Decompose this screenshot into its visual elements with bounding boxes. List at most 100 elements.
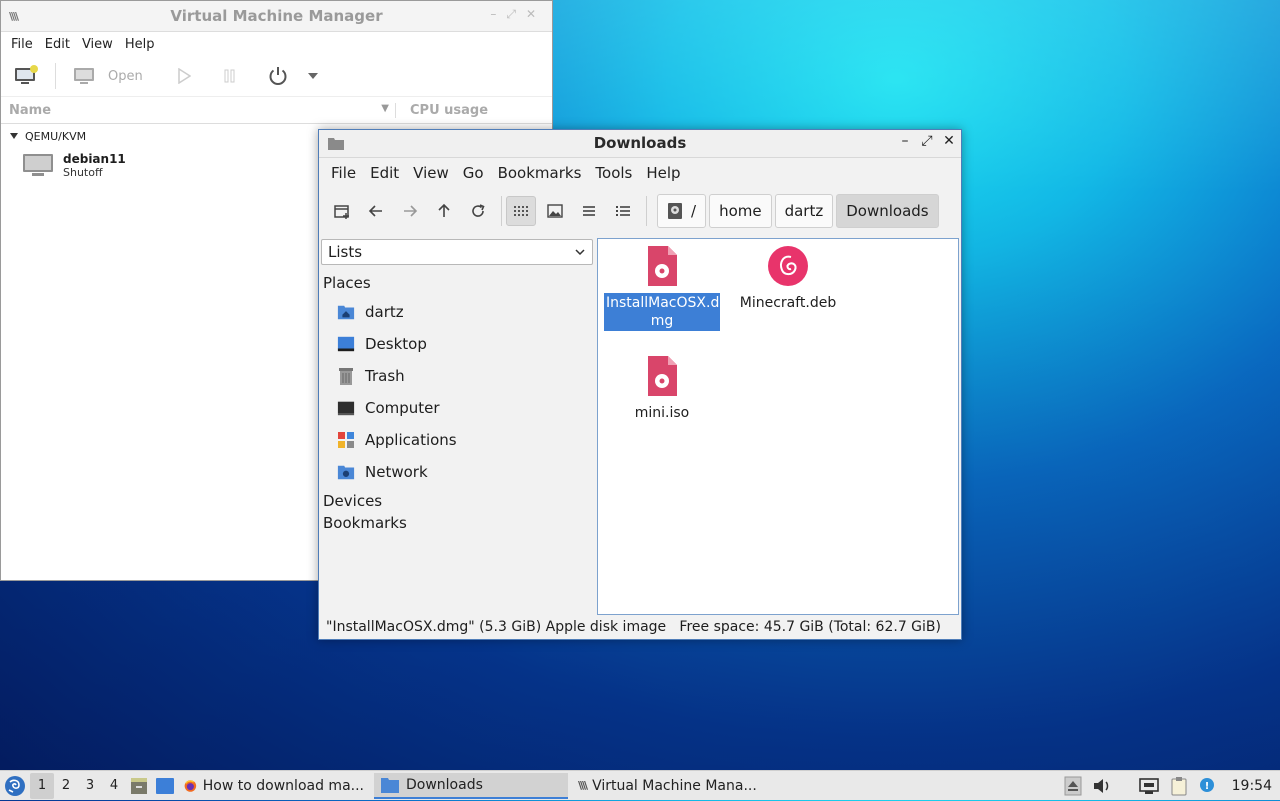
new-vm-icon — [15, 65, 38, 84]
new-tab-button[interactable] — [327, 196, 357, 226]
file-item-installmacosx[interactable]: InstallMacOSX.d mg — [604, 245, 720, 331]
fm-title: Downloads — [593, 134, 687, 152]
shutdown-menu-button[interactable] — [307, 72, 319, 80]
task-firefox[interactable]: How to download ma... — [178, 773, 370, 799]
sidebar-item-label: Network — [365, 463, 428, 481]
arrow-right-icon — [404, 205, 418, 217]
fm-titlebar[interactable]: Downloads – ⤢ ✕ — [319, 130, 961, 158]
fm-menu-edit[interactable]: Edit — [363, 164, 406, 182]
compact-view-button[interactable] — [574, 196, 604, 226]
list-view-icon — [583, 206, 595, 216]
open-vm-button[interactable]: Open — [72, 66, 143, 86]
vmm-window-buttons[interactable]: –⤢✕ — [490, 7, 546, 22]
power-icon — [269, 67, 287, 85]
fm-menu-file[interactable]: File — [324, 164, 363, 182]
places-heading[interactable]: Places — [321, 265, 593, 292]
arrow-left-icon — [368, 205, 382, 217]
dropdown-arrow-icon — [307, 73, 318, 79]
open-label: Open — [108, 68, 143, 84]
shutdown-vm-button[interactable] — [267, 65, 289, 87]
pause-vm-button[interactable] — [223, 68, 237, 84]
vmm-titlebar[interactable]: \\\\ Virtual Machine Manager –⤢✕ — [1, 1, 552, 32]
eject-icon[interactable] — [1064, 776, 1082, 796]
breadcrumb-downloads[interactable]: Downloads — [836, 194, 939, 228]
network-icon[interactable] — [1138, 776, 1160, 796]
vmm-icon: \\\\ — [578, 779, 588, 792]
vmm-title: Virtual Machine Manager — [170, 7, 383, 25]
home-folder-icon — [337, 303, 355, 321]
fm-menu-view[interactable]: View — [406, 164, 456, 182]
workspace-3[interactable]: 3 — [78, 773, 102, 799]
volume-icon[interactable] — [1092, 777, 1112, 795]
vm-state: Shutoff — [63, 165, 103, 179]
icon-view-button[interactable] — [506, 196, 536, 226]
back-button[interactable] — [361, 196, 391, 226]
clock[interactable]: 19:54 — [1232, 778, 1272, 794]
sidebar-item-network[interactable]: Network — [321, 456, 593, 488]
task-vmm[interactable]: \\\\ Virtual Machine Mana... — [572, 773, 766, 799]
close-icon[interactable]: ✕ — [526, 7, 546, 21]
close-icon[interactable]: ✕ — [943, 133, 955, 149]
sidebar-item-dartz[interactable]: dartz — [321, 296, 593, 328]
disk-image-icon — [648, 356, 677, 396]
thumbnail-view-button[interactable] — [540, 196, 570, 226]
forward-button[interactable] — [395, 196, 425, 226]
sidebar-item-computer[interactable]: Computer — [321, 392, 593, 424]
fm-statusbar: "InstallMacOSX.dmg" (5.3 GiB) Apple disk… — [319, 615, 961, 639]
start-menu-button[interactable] — [0, 775, 30, 797]
bookmarks-heading[interactable]: Bookmarks — [321, 510, 593, 532]
maximize-icon[interactable]: ⤢ — [921, 133, 933, 149]
workspace-4[interactable]: 4 — [102, 773, 126, 799]
column-name[interactable]: Name ▼ — [1, 102, 396, 118]
vmm-menu-view[interactable]: View — [76, 37, 119, 52]
minimize-icon[interactable]: – — [490, 7, 506, 21]
sidebar-item-label: Computer — [365, 399, 440, 417]
devices-heading[interactable]: Devices — [321, 488, 593, 510]
breadcrumb: / home dartz Downloads — [657, 194, 939, 228]
fm-menu-bookmarks[interactable]: Bookmarks — [491, 164, 589, 182]
sidebar-item-label: dartz — [365, 303, 404, 321]
svg-text:!: ! — [1204, 781, 1209, 792]
arrow-up-icon — [438, 203, 450, 217]
toolbar-separator — [646, 196, 647, 226]
vmm-menu-file[interactable]: File — [5, 37, 39, 52]
sidebar-item-applications[interactable]: Applications — [321, 424, 593, 456]
folder-icon — [381, 777, 399, 793]
file-item-mini-iso[interactable]: mini.iso — [604, 355, 720, 423]
new-vm-button[interactable] — [13, 65, 39, 87]
show-desktop-icon — [156, 777, 174, 794]
breadcrumb-root[interactable]: / — [657, 194, 707, 228]
breadcrumb-home[interactable]: home — [709, 194, 772, 228]
reload-button[interactable] — [463, 196, 493, 226]
quicklaunch-files[interactable] — [126, 776, 152, 796]
task-downloads[interactable]: Downloads — [374, 772, 568, 799]
run-vm-button[interactable] — [177, 68, 191, 84]
selection-info: "InstallMacOSX.dmg" (5.3 GiB) Apple disk… — [326, 619, 667, 635]
breadcrumb-dartz[interactable]: dartz — [774, 194, 834, 228]
workspace-1[interactable]: 1 — [30, 772, 54, 799]
free-space-info: Free space: 45.7 GiB (Total: 62.7 GiB) — [679, 619, 941, 635]
fm-toolbar: / home dartz Downloads — [319, 188, 961, 234]
file-view[interactable]: InstallMacOSX.d mg Minecraft.deb mini.is… — [597, 238, 959, 615]
vm-monitor-icon — [23, 154, 53, 176]
maximize-icon[interactable]: ⤢ — [506, 7, 526, 21]
detailed-view-button[interactable] — [608, 196, 638, 226]
update-notifier-icon[interactable]: ! — [1198, 776, 1216, 796]
fm-menu-help[interactable]: Help — [639, 164, 687, 182]
sidebar-item-desktop[interactable]: Desktop — [321, 328, 593, 360]
file-item-minecraft-deb[interactable]: Minecraft.deb — [730, 245, 846, 313]
vmm-menu-edit[interactable]: Edit — [39, 37, 76, 52]
disk-image-icon — [648, 246, 677, 286]
workspace-2[interactable]: 2 — [54, 773, 78, 799]
sidebar-mode-value: Lists — [328, 243, 363, 261]
sidebar-item-trash[interactable]: Trash — [321, 360, 593, 392]
sidebar-mode-select[interactable]: Lists — [321, 239, 593, 265]
quicklaunch-desktop[interactable] — [152, 777, 178, 795]
clipboard-icon[interactable] — [1170, 776, 1188, 796]
up-button[interactable] — [429, 196, 459, 226]
fm-menu-tools[interactable]: Tools — [588, 164, 639, 182]
column-cpu[interactable]: CPU usage — [396, 103, 488, 118]
minimize-icon[interactable]: – — [899, 133, 911, 149]
vmm-menu-help[interactable]: Help — [119, 37, 161, 52]
fm-menu-go[interactable]: Go — [456, 164, 491, 182]
